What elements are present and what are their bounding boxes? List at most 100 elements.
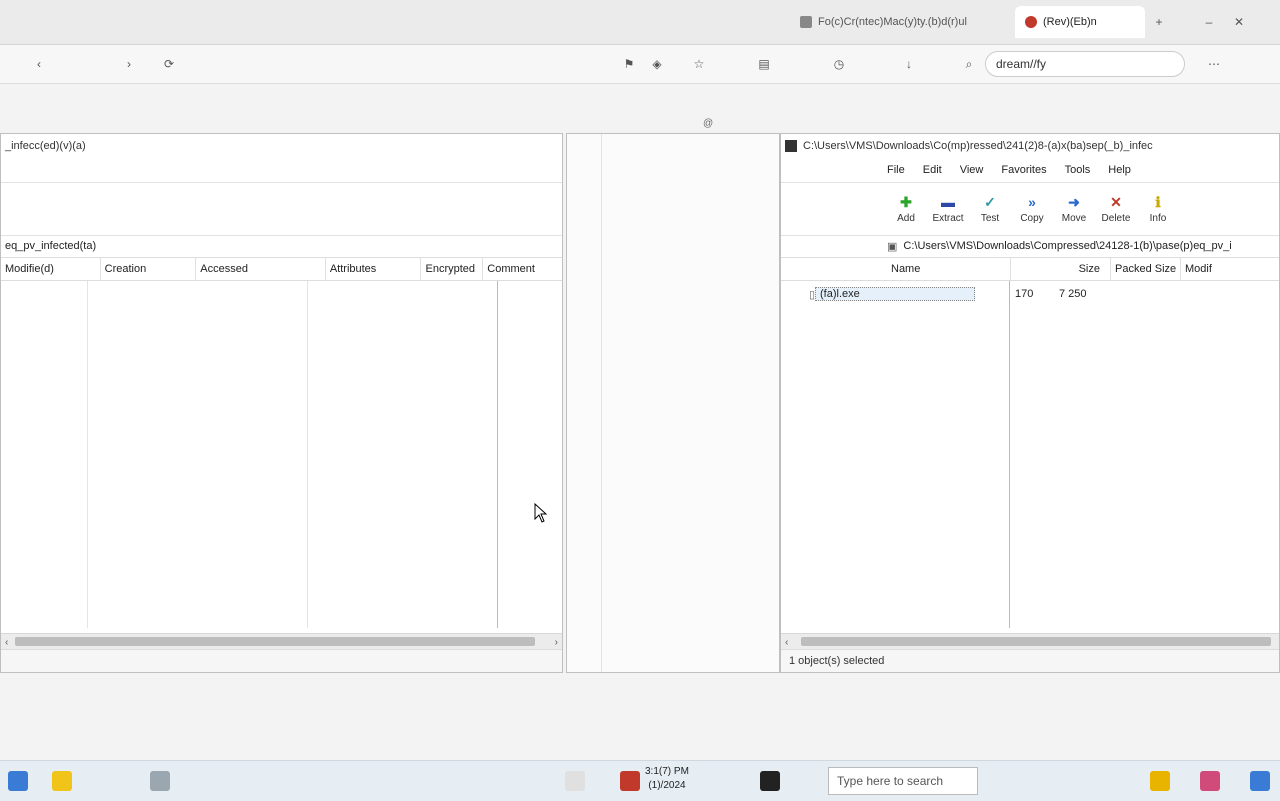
tool-label: Copy xyxy=(1020,213,1044,224)
taskbar-search[interactable]: Type here to search xyxy=(828,767,978,795)
browser-tab[interactable]: Fo(c)Cr(ntec)Mac(y)ty.(b)d(r)ul xyxy=(790,6,1010,38)
column-divider xyxy=(601,134,602,672)
forward-icon[interactable]: › xyxy=(120,55,138,73)
app-icon[interactable] xyxy=(1250,771,1270,791)
path-text: C:\Users\VMS\Downloads\Compressed\24128-… xyxy=(903,240,1232,252)
tool-label: Add xyxy=(897,213,915,224)
column-header-name[interactable]: Name xyxy=(887,258,1011,280)
archive-window-left: _infecc(ed)(v)(a) eq_pv_infected(ta) Mod… xyxy=(0,133,563,673)
column-header-accessed[interactable]: Accessed xyxy=(196,258,326,280)
info-icon: ℹ xyxy=(1155,193,1161,210)
menu-icon[interactable]: ⋯ xyxy=(1205,55,1223,73)
file-icon: ▯ xyxy=(809,288,815,301)
scroll-right-icon[interactable]: › xyxy=(555,637,558,648)
file-list xyxy=(1,281,562,628)
app-icon[interactable] xyxy=(760,771,780,791)
refresh-icon[interactable]: ⟳ xyxy=(160,55,178,73)
menu-bar xyxy=(1,158,562,182)
app-icon[interactable] xyxy=(565,771,585,791)
column-header-packed-size[interactable]: Packed Size xyxy=(1111,258,1181,280)
path-bar[interactable]: ▣ C:\Users\VMS\Downloads\Compressed\2412… xyxy=(781,235,1279,258)
browser-tab-bar: Fo(c)Cr(ntec)Mac(y)ty.(b)d(r)ul (Rev)(Eb… xyxy=(0,0,1280,45)
sidebar-icon[interactable]: ▤ xyxy=(755,55,773,73)
file-row[interactable]: ▯ (fa)l.exe 170 7 250 xyxy=(781,284,1279,304)
add-icon: ✚ xyxy=(900,193,912,210)
column-header-creation[interactable]: Creation xyxy=(101,258,197,280)
column-header-modified[interactable]: Modifie(d) xyxy=(1,258,101,280)
browser-tab-active[interactable]: (Rev)(Eb)n xyxy=(1015,6,1145,38)
history-icon[interactable]: ◷ xyxy=(830,55,848,73)
column-divider xyxy=(87,281,88,628)
column-header-size[interactable]: Size xyxy=(1011,258,1111,280)
window-title-bar: C:\Users\VMS\Downloads\Co(mp)ressed\241(… xyxy=(781,134,1279,158)
app-icon[interactable] xyxy=(150,771,170,791)
search-placeholder: Type here to search xyxy=(837,774,944,788)
clock-time: 3:1(7) PM xyxy=(645,766,689,777)
close-icon[interactable]: ✕ xyxy=(1230,13,1248,31)
scroll-left-icon[interactable]: ‹ xyxy=(5,637,8,648)
address-bar[interactable]: dream//fy xyxy=(985,51,1185,77)
new-tab-icon[interactable]: + xyxy=(1150,13,1168,31)
scrollbar-thumb[interactable] xyxy=(801,637,1271,646)
copy-icon: » xyxy=(1028,194,1036,210)
window-title-bar: _infecc(ed)(v)(a) xyxy=(1,134,562,158)
scroll-left-icon[interactable]: ‹ xyxy=(785,637,788,648)
menu-bar: File Edit View Favorites Tools Help xyxy=(781,158,1279,182)
bookmark-icon[interactable]: ☆ xyxy=(690,55,708,73)
status-text: 1 object(s) selected xyxy=(789,655,885,667)
site-icon xyxy=(1025,16,1037,28)
app-icon[interactable] xyxy=(1150,771,1170,791)
scrollbar-thumb[interactable] xyxy=(15,637,535,646)
start-icon[interactable] xyxy=(8,771,28,791)
file-list: ▯ (fa)l.exe 170 7 250 xyxy=(781,281,1279,628)
copy-button[interactable]: » Copy xyxy=(1013,194,1051,224)
back-icon[interactable]: ‹ xyxy=(30,55,48,73)
column-divider xyxy=(1009,281,1010,628)
add-button[interactable]: ✚ Add xyxy=(887,193,925,225)
search-icon[interactable]: ⌕ xyxy=(960,55,978,73)
browser-tab-label: (Rev)(Eb)n xyxy=(1043,16,1097,28)
column-header-row: Modifie(d) Creation Accessed Attributes … xyxy=(1,258,562,281)
extension-icon[interactable]: ⚑ xyxy=(620,55,638,73)
file-size: 170 xyxy=(1015,288,1034,300)
background-window xyxy=(566,133,780,673)
extract-button[interactable]: ▬ Extract xyxy=(929,194,967,224)
browser-tab-label: Fo(c)Cr(ntec)Mac(y)ty.(b)d(r)ul xyxy=(818,16,967,28)
delete-button[interactable]: ✕ Delete xyxy=(1097,194,1135,225)
app-icon xyxy=(785,140,797,152)
column-header-comment[interactable]: Comment xyxy=(483,258,562,280)
taskbar: 3:1(7) PM (1)/2024 Type here to search xyxy=(0,760,1280,801)
column-header-attributes[interactable]: Attributes xyxy=(326,258,422,280)
app-icon[interactable] xyxy=(1200,771,1220,791)
menu-favorites[interactable]: Favorites xyxy=(1001,164,1046,176)
page-icon xyxy=(800,16,812,28)
test-icon: ✓ xyxy=(984,193,996,210)
menu-view[interactable]: View xyxy=(960,164,984,176)
app-icon[interactable] xyxy=(620,771,640,791)
menu-file[interactable]: File xyxy=(887,164,905,176)
column-header-encrypted[interactable]: Encrypted xyxy=(421,258,484,280)
downloads-icon[interactable]: ↓ xyxy=(900,55,918,73)
tool-label: Test xyxy=(980,213,1000,224)
tool-label: Extract xyxy=(932,213,964,224)
menu-help[interactable]: Help xyxy=(1108,164,1131,176)
minimize-icon[interactable]: – xyxy=(1200,13,1218,31)
info-button[interactable]: ℹ Info xyxy=(1139,193,1177,225)
menu-edit[interactable]: Edit xyxy=(923,164,942,176)
horizontal-scrollbar[interactable]: ‹ › xyxy=(1,633,562,650)
file-explorer-icon[interactable] xyxy=(52,771,72,791)
horizontal-scrollbar[interactable]: ‹ xyxy=(781,633,1279,650)
file-packed-size: 7 250 xyxy=(1059,288,1087,300)
tool-label: Info xyxy=(1149,213,1167,224)
path-text: eq_pv_infected(ta) xyxy=(5,240,97,252)
test-button[interactable]: ✓ Test xyxy=(971,193,1009,225)
folder-icon: ▣ xyxy=(887,240,898,253)
column-divider xyxy=(307,281,308,628)
path-bar[interactable]: eq_pv_infected(ta) xyxy=(1,235,562,258)
shield-icon[interactable]: ◈ xyxy=(648,55,666,73)
menu-tools[interactable]: Tools xyxy=(1065,164,1091,176)
move-button[interactable]: ➜ Move xyxy=(1055,193,1093,225)
move-icon: ➜ xyxy=(1068,193,1080,210)
column-header-modified[interactable]: Modif xyxy=(1181,258,1241,280)
clock[interactable]: 3:1(7) PM (1)/2024 xyxy=(645,765,689,793)
